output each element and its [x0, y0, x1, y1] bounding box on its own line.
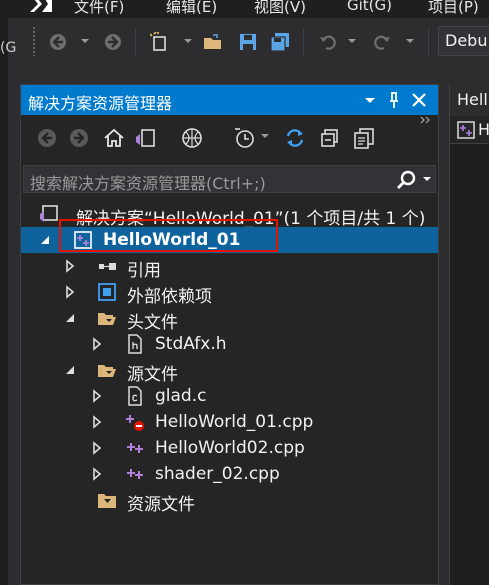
toolbar-separator	[428, 28, 429, 56]
tree-item-label: 源文件	[127, 365, 178, 385]
document-panel: Hell H	[449, 84, 489, 585]
annotation-highlight-box	[59, 219, 278, 252]
window-position-dropdown-icon[interactable]	[359, 85, 381, 115]
menu-bar: 文件(F) 编辑(E) 视图(V) Git(G) 项目(P)	[0, 0, 489, 18]
cpp-file-icon	[127, 469, 143, 479]
open-folder-icon[interactable]	[203, 32, 223, 52]
menu-view[interactable]: 视图(V)	[254, 0, 306, 17]
tree-item-references[interactable]: 引用	[21, 253, 438, 281]
search-options-dropdown-icon[interactable]	[423, 177, 431, 181]
toolbar-separator	[303, 28, 304, 56]
redo-dropdown-icon[interactable]	[406, 39, 414, 43]
tree-item-source-files[interactable]: 源文件	[21, 357, 438, 385]
navigate-back-dropdown-icon[interactable]	[81, 39, 89, 43]
navigate-back-icon[interactable]	[48, 32, 68, 52]
collapse-arrow-icon[interactable]	[64, 310, 76, 326]
expand-arrow-icon[interactable]	[64, 284, 76, 300]
toolbar-grip[interactable]	[32, 26, 36, 56]
properties-icon[interactable]	[353, 127, 375, 149]
tree-item-label: HelloWorld_01.cpp	[155, 412, 314, 432]
undo-dropdown-icon[interactable]	[348, 39, 356, 43]
filter-folder-open-icon	[98, 365, 116, 377]
tree-item-helloworld02-cpp[interactable]: HelloWorld02.cpp	[21, 435, 438, 461]
tree-item-label: StdAfx.h	[155, 334, 227, 354]
left-edge-text: (G	[0, 40, 17, 56]
collapse-arrow-icon[interactable]	[39, 232, 51, 248]
cpp-file-icon	[127, 443, 143, 453]
undo-icon[interactable]	[318, 32, 338, 52]
search-icon[interactable]	[395, 169, 417, 191]
pending-changes-filter-icon[interactable]	[233, 127, 255, 149]
filter-folder-icon	[98, 494, 116, 508]
tree-item-label: 引用	[127, 261, 161, 281]
document-navigation-bar[interactable]: H	[450, 116, 489, 144]
tree-item-label: HelloWorld02.cpp	[155, 438, 305, 458]
solution-explorer-title: 解决方案资源管理器	[28, 94, 173, 113]
solution-configuration-value: Debu	[445, 31, 488, 50]
collapse-all-icon[interactable]	[319, 127, 341, 149]
menu-edit[interactable]: 编辑(E)	[166, 0, 217, 17]
filter-folder-open-icon	[98, 313, 116, 325]
collapse-arrow-icon[interactable]	[64, 362, 76, 378]
show-all-files-icon[interactable]	[181, 127, 203, 149]
header-file-icon	[128, 334, 142, 354]
toolbar-separator	[135, 28, 136, 56]
left-dock-edge: (G	[0, 18, 16, 585]
tree-item-external-dependencies[interactable]: 外部依赖项	[21, 279, 438, 307]
new-project-dropdown-icon[interactable]	[184, 39, 192, 43]
tree-item-label: 资源文件	[127, 495, 195, 515]
references-icon	[99, 263, 116, 270]
tree-item-label: 外部依赖项	[127, 287, 212, 307]
tree-item-glad-c[interactable]: glad.c	[21, 383, 438, 409]
cpp-file-excluded-icon	[126, 415, 144, 431]
pin-icon[interactable]	[383, 85, 405, 115]
solution-configuration-dropdown[interactable]: Debu	[438, 26, 489, 56]
sync-active-document-icon[interactable]	[284, 127, 306, 149]
document-tab[interactable]: Hell	[450, 84, 489, 116]
expand-arrow-icon[interactable]	[91, 336, 103, 352]
back-icon[interactable]	[36, 127, 58, 149]
menu-project[interactable]: 项目(P)	[428, 0, 479, 17]
solution-explorer-search-input[interactable]: 搜索解决方案资源管理器(Ctrl+;)	[23, 165, 436, 193]
tree-item-stdafx-h[interactable]: StdAfx.h	[21, 331, 438, 357]
solution-explorer-panel: 解决方案资源管理器 搜索解决方案资源管理器(Ctrl+;) 解决方案“Hello…	[20, 84, 439, 585]
forward-icon[interactable]	[68, 127, 90, 149]
document-navigation-label: H	[478, 120, 489, 139]
menu-file[interactable]: 文件(F)	[74, 0, 124, 17]
c-file-icon	[128, 386, 142, 406]
menu-git[interactable]: Git(G)	[347, 0, 392, 14]
cpp-project-icon	[457, 121, 475, 139]
expand-arrow-icon[interactable]	[91, 440, 103, 456]
navigate-forward-icon[interactable]	[103, 32, 123, 52]
expand-arrow-icon[interactable]	[91, 466, 103, 482]
tree-item-shader-02-cpp[interactable]: shader_02.cpp	[21, 461, 438, 487]
close-icon[interactable]	[408, 85, 430, 115]
home-icon[interactable]	[103, 127, 125, 149]
tree-item-label: shader_02.cpp	[155, 464, 280, 484]
switch-views-icon[interactable]	[134, 127, 156, 149]
toolbar-overflow-icon[interactable]	[419, 115, 433, 127]
expand-arrow-icon[interactable]	[91, 388, 103, 404]
solution-explorer-toolbar	[21, 115, 438, 165]
tree-item-header-files[interactable]: 头文件	[21, 305, 438, 333]
search-placeholder: 搜索解决方案资源管理器(Ctrl+;)	[30, 174, 266, 193]
tree-item-label: glad.c	[155, 386, 207, 406]
tree-item-helloworld-01-cpp[interactable]: HelloWorld_01.cpp	[21, 409, 438, 435]
tree-item-label: 头文件	[127, 313, 178, 333]
expand-arrow-icon[interactable]	[64, 258, 76, 274]
solution-explorer-title-bar[interactable]: 解决方案资源管理器	[21, 85, 438, 115]
solution-icon	[40, 205, 58, 222]
save-icon[interactable]	[238, 32, 258, 52]
main-toolbar: Debu	[0, 18, 489, 70]
external-dependencies-icon	[98, 283, 116, 301]
save-all-icon[interactable]	[270, 32, 290, 52]
document-tab-label: Hell	[457, 90, 488, 109]
redo-icon[interactable]	[372, 32, 392, 52]
new-project-icon[interactable]	[150, 32, 170, 52]
expand-arrow-icon[interactable]	[91, 414, 103, 430]
tree-item-resource-files[interactable]: 资源文件	[21, 487, 438, 515]
filter-dropdown-icon[interactable]	[261, 134, 269, 138]
visual-studio-logo-icon	[30, 0, 52, 12]
